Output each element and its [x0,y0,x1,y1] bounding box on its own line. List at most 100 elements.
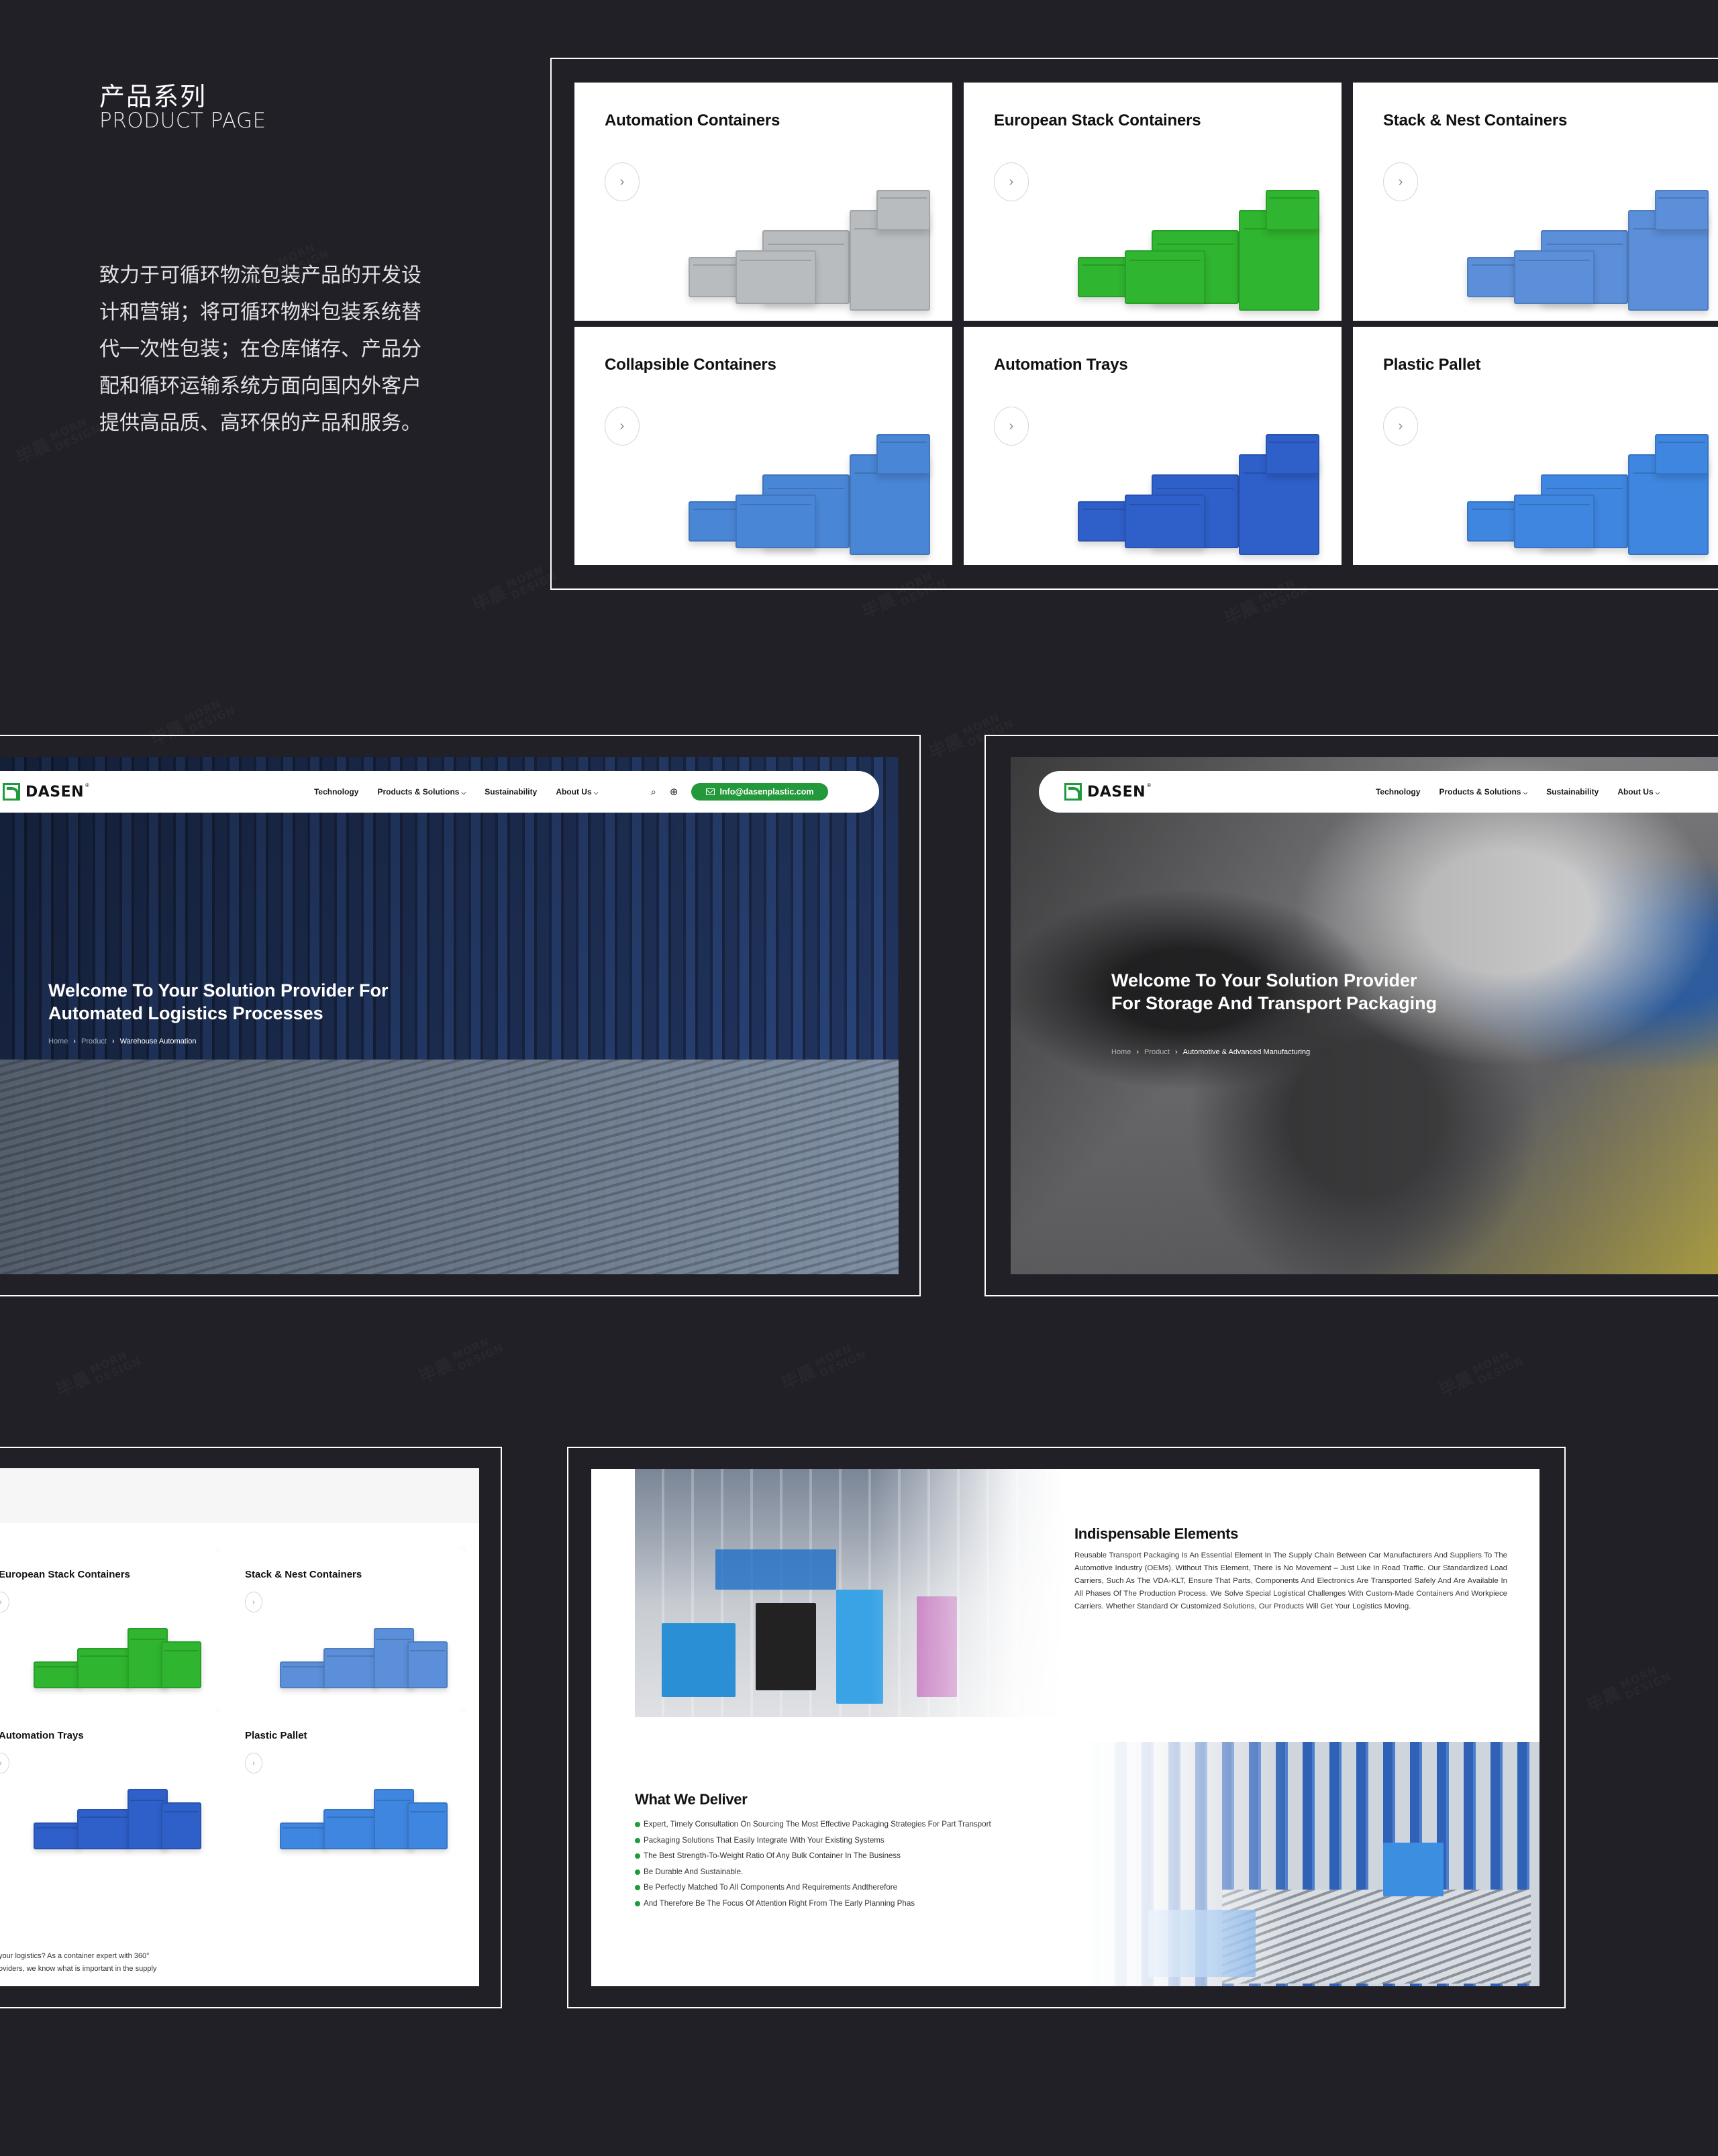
product-card-title: European Stack Containers [0,1569,130,1580]
chevron-right-icon[interactable]: › [1383,162,1418,201]
chevron-right-icon[interactable]: › [245,1592,262,1612]
site-header: DASEN ® Technology Products & Solutions ⌵… [1039,771,1718,813]
deliver-list-item: Be Durable And Sustainable. [635,1864,1051,1880]
breadcrumb: Home › Product › Automotive & Advanced M… [1111,1048,1310,1056]
hero-title: Welcome To Your Solution Provider For Au… [48,980,389,1023]
product-image [273,1601,448,1695]
chevron-right-icon[interactable]: › [1383,407,1418,446]
product-card[interactable]: Plastic Pallet › [1353,327,1718,565]
product-image [273,1762,448,1856]
watermark: 毕晨MORNDESIGN [469,560,559,618]
product-shape [1125,250,1205,304]
section-title-en: PRODUCT PAGE [99,109,266,133]
chevron-right-icon[interactable]: › [605,162,640,201]
product-shape [77,1809,131,1849]
product-card-title: Plastic Pallet [1383,356,1481,374]
chevron-down-icon: ⌵ [1655,789,1660,796]
watermark: 毕晨MORNDESIGN [778,1338,868,1396]
product-image [675,427,944,555]
product-card[interactable]: Automation Containers › [574,83,952,321]
product-shape [1514,495,1595,548]
product-card[interactable]: European Stack Containers › [964,83,1342,321]
globe-icon[interactable]: ⊕ [670,786,678,798]
product-card-title: European Stack Containers [994,111,1201,130]
main-nav: Technology Products & Solutions ⌵ Sustain… [314,787,598,797]
dasen-logo-icon [1064,783,1082,801]
photo-fade [635,1469,1064,1717]
nav-products-solutions[interactable]: Products & Solutions ⌵ [377,787,466,797]
detail-page: Indispensable Elements Reusable Transpor… [591,1469,1539,1986]
hero-overlay [1011,757,1718,1274]
breadcrumb-home[interactable]: Home [48,1037,68,1045]
product-card-title: Automation Trays [0,1730,84,1741]
product-list-page: European Stack Containers›Stack & Nest C… [0,1468,479,1986]
product-card[interactable]: Collapsible Containers › [574,327,952,565]
product-shape [280,1661,327,1688]
nav-about-us[interactable]: About Us ⌵ [556,787,598,797]
product-image [27,1601,201,1695]
site-header: DASEN ® Technology Products & Solutions ⌵… [0,771,879,813]
product-shape [34,1661,81,1688]
watermark: 毕晨MORNDESIGN [1583,1660,1673,1718]
product-shape [161,1641,201,1688]
deliver-list-item: Expert, Timely Consultation On Sourcing … [635,1816,1051,1833]
watermark: 毕晨MORNDESIGN [415,1331,505,1390]
chevron-right-icon[interactable]: › [0,1592,9,1612]
breadcrumb-product[interactable]: Product [81,1037,107,1045]
product-image [1454,427,1718,555]
section-description: 致力于可循环物流包装产品的开发设计和营销；将可循环物料包装系统替代一次性包装；在… [99,264,421,435]
section-heading: What We Deliver [635,1791,748,1808]
product-shape [280,1823,327,1849]
product-card[interactable]: Stack & Nest Containers › [1353,83,1718,321]
intro-paragraph-line: your logistics? As a container expert wi… [0,1952,150,1960]
product-card[interactable]: Automation Trays › [0,1708,219,1865]
product-shape [876,190,930,230]
product-card[interactable]: European Stack Containers › [0,1547,219,1704]
product-shape [1266,434,1319,474]
main-nav: Technology Products & Solutions ⌵ Sustain… [1376,787,1660,797]
chevron-right-icon[interactable]: › [994,407,1029,446]
chevron-down-icon: ⌵ [461,789,466,796]
product-shape [407,1802,448,1849]
registered-mark: ® [85,782,89,788]
chevron-right-icon[interactable]: › [994,162,1029,201]
breadcrumb: Home › Product › Warehouse Automation [48,1037,197,1045]
email-contact-button[interactable]: Info@dasenplastic.com [691,783,829,801]
section-body: Reusable Transport Packaging Is An Essen… [1074,1551,1507,1610]
conveyor-photo [1088,1742,1539,1986]
product-card-title: Stack & Nest Containers [245,1569,362,1580]
nav-sustainability[interactable]: Sustainability [1546,787,1599,797]
nav-technology[interactable]: Technology [1376,787,1420,797]
deliver-list-item: The Best Strength-To-Weight Ratio Of Any… [635,1848,1051,1864]
breadcrumb-home[interactable]: Home [1111,1048,1131,1056]
search-icon[interactable]: ⌕ [650,786,656,798]
product-shape [323,1809,377,1849]
chevron-right-icon[interactable]: › [605,407,640,446]
chevron-right-icon[interactable]: › [0,1753,9,1774]
product-card-title: Plastic Pallet [245,1730,307,1741]
nav-sustainability[interactable]: Sustainability [485,787,537,797]
product-shape [1655,434,1709,474]
product-card[interactable]: Stack & Nest Containers › [226,1547,466,1704]
watermark: 毕晨MORNDESIGN [53,1345,143,1403]
product-shape [1655,190,1709,230]
nav-technology[interactable]: Technology [314,787,358,797]
email-label: Info@dasenplastic.com [719,787,814,797]
product-image [27,1762,201,1856]
hero-warehouse-screen: DASEN ® Technology Products & Solutions ⌵… [0,757,899,1274]
brand-logo[interactable]: DASEN ® [3,782,89,801]
product-shape [34,1823,81,1849]
nav-about-us[interactable]: About Us ⌵ [1617,787,1660,797]
chevron-right-icon[interactable]: › [245,1753,262,1774]
dasen-logo-icon [3,783,20,801]
product-card[interactable]: Automation Trays › [964,327,1342,565]
section-heading: Indispensable Elements [1074,1525,1239,1542]
page-header-band [0,1468,479,1523]
product-shape [323,1648,377,1688]
brand-name: DASEN [1087,783,1146,801]
brand-logo[interactable]: DASEN ® [1064,782,1151,801]
breadcrumb-product[interactable]: Product [1144,1048,1170,1056]
nav-products-solutions[interactable]: Products & Solutions ⌵ [1439,787,1527,797]
product-card[interactable]: Plastic Pallet › [226,1708,466,1865]
deliver-list: Expert, Timely Consultation On Sourcing … [635,1816,1051,1911]
